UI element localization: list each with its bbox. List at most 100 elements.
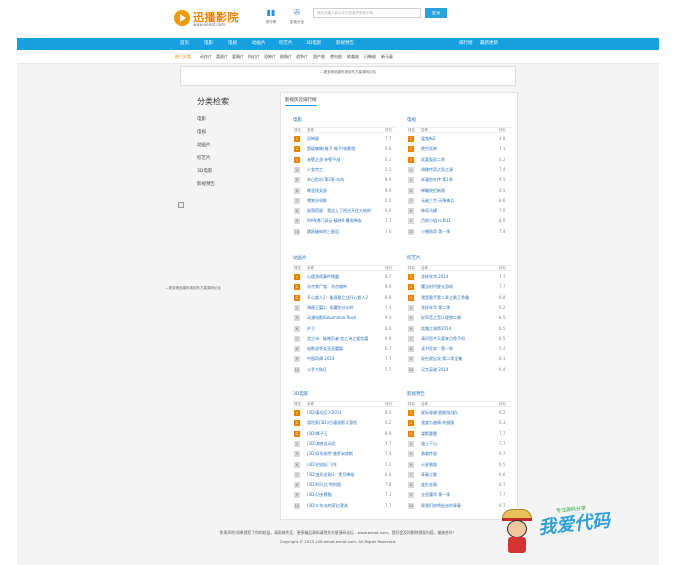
tag-item[interactable]: 欧美剧 — [347, 54, 359, 60]
ranking-row[interactable]: 1 (3D)泰坦巨人2011 8.0 — [293, 408, 398, 418]
title-link[interactable]: 请问您今天要来点兔子吗 — [421, 336, 465, 342]
ranking-row[interactable]: 6 火星救援 6.5 — [407, 460, 512, 470]
nav-item-3d[interactable]: 3D电影 — [306, 38, 321, 50]
title-link[interactable]: 绝世武神 — [421, 146, 437, 152]
title-link[interactable]: 致我们终将逝去的青春 — [421, 503, 461, 509]
ranking-row[interactable]: 5 勇敢传说 6.7 — [407, 449, 512, 459]
ranking-row[interactable]: 5 好声音之音乐理想二期 8.5 — [407, 313, 512, 323]
site-logo[interactable]: 迅播影院 www.eenot.com — [174, 8, 254, 30]
ranking-row[interactable]: 1 星际穿越·超能陆战队 6.2 — [407, 408, 512, 418]
ranking-row[interactable]: 8 电影战争女巫恶魔篇 6.7 — [293, 344, 398, 354]
title-link[interactable]: 跳跃破碎的三星连 — [307, 229, 339, 235]
ranking-row[interactable]: 8 变形金刚 6.7 — [407, 480, 512, 490]
title-link[interactable]: 胡佛传奇之恶之源 — [421, 167, 453, 173]
nav-item-latest[interactable]: 最新更新 — [480, 38, 498, 50]
sidebar-item-trailers[interactable]: 影视预告 — [197, 181, 215, 187]
tag-item[interactable]: 新马泰 — [381, 54, 393, 60]
ranking-row[interactable]: 5 (3D)异形前传·普罗米修斯 7.4 — [293, 449, 398, 459]
title-link[interactable]: 开心超人2：能源星之战开心超人2 — [307, 295, 368, 301]
ranking-row[interactable]: 9 WAN港门风云·精神4·爆发降临 7.7 — [293, 216, 398, 226]
ranking-row[interactable]: 10 跳跃破碎的三星连 7.6 — [293, 227, 398, 237]
catalog-link[interactable]: ✇ 影视大全 — [287, 8, 307, 25]
ranking-row[interactable]: 2 超级蜘蛛(猴子·猴子)电影版 9.6 — [293, 144, 398, 154]
ranking-row[interactable]: 9 全息魔术 第一季 7.7 — [407, 490, 512, 500]
ranking-row[interactable]: 3 欢喜冤家二季 6.2 — [407, 155, 512, 165]
nav-item-movies[interactable]: 电影 — [204, 38, 213, 50]
ranking-row[interactable]: 2 速度与激情·终极版 6.3 — [407, 418, 512, 428]
ranking-row[interactable]: 7 无敌三世·天降神兵 8.6 — [407, 196, 512, 206]
title-link[interactable]: 赤壁之战·赤壁不战 — [307, 157, 340, 163]
ranking-row[interactable]: 9 现在就出发·第二季全集 8.1 — [407, 354, 512, 364]
nav-item-ranking[interactable]: 排行榜 — [459, 38, 473, 50]
title-link[interactable]: 猛鬼街2 — [421, 136, 436, 142]
title-link[interactable]: 心理游戏事件揭露 — [307, 274, 339, 280]
ranking-row[interactable]: 3 谍影重重 7.7 — [407, 429, 512, 439]
nav-item-trailers[interactable]: 影视预告 — [336, 38, 354, 50]
ranking-row[interactable]: 2 东京食尸鬼：东京喰种 8.9 — [293, 282, 398, 292]
title-link[interactable]: 东京食尸鬼：东京喰种 — [307, 284, 347, 290]
title-link[interactable]: 花样年华 2014 — [421, 274, 448, 280]
ranking-row[interactable]: 7 请问您今天要来点兔子吗 8.5 — [407, 334, 512, 344]
tag-item[interactable]: 喜剧片 — [216, 54, 228, 60]
title-link[interactable]: (3D)异形前传·普罗米修斯 — [307, 451, 353, 457]
ranking-row[interactable]: 3 我是歌手第二季之歌王争霸 8.8 — [407, 293, 512, 303]
title-link[interactable]: 谍影重重 — [421, 431, 437, 437]
title-link[interactable]: 中国奇谭 2014 — [307, 356, 334, 362]
title-link[interactable]: 部落宿星：我这上了阳光开往大地的 — [307, 208, 371, 214]
title-link[interactable]: 雪狼谷电影 — [307, 198, 327, 204]
title-link[interactable]: 全息魔术 第一季 — [421, 492, 450, 498]
nav-item-tv[interactable]: 电视 — [228, 38, 237, 50]
title-link[interactable]: 恋之诗：破晓忍者·恋之诗之爱恋篇 — [307, 336, 368, 342]
ranking-row[interactable]: 9 中国奇谭 2014 7.7 — [293, 354, 398, 364]
title-link[interactable]: 速度与激情·终极版 — [421, 420, 454, 426]
ranking-row[interactable]: 10 小猪佩奇 第一季 7.4 — [407, 227, 512, 237]
ranking-row[interactable]: 1 心理游戏事件揭露 8.7 — [293, 272, 398, 282]
tag-item[interactable]: 国产剧 — [313, 54, 325, 60]
ranking-row[interactable]: 2 绝世武神 7.1 — [407, 144, 512, 154]
ranking-row[interactable]: 7 恋之诗：破晓忍者·恋之诗之爱恋篇 6.9 — [293, 334, 398, 344]
tag-item[interactable]: 科幻片 — [248, 54, 260, 60]
ranking-link[interactable]: ▮▮ 排行榜 — [261, 8, 281, 25]
search-input[interactable]: 请在此输入影片中文或者拼音首字母 — [313, 8, 421, 18]
title-link[interactable]: 动漫电影Bakumatsu Rock — [307, 315, 356, 321]
tag-item[interactable]: 港台剧 — [330, 54, 342, 60]
tag-item[interactable]: 恐怖片 — [264, 54, 276, 60]
title-link[interactable]: 我是歌手第二季之歌王争霸 — [421, 295, 469, 301]
ranking-row[interactable]: 3 开心超人2：能源星之战开心超人2 8.6 — [293, 293, 398, 303]
ranking-row[interactable]: 2 魔法时代星光游戏 7.7 — [407, 282, 512, 292]
title-link[interactable]: (3D)狮子王 — [307, 431, 328, 437]
title-link[interactable]: 哪里找女星 — [307, 188, 327, 194]
title-link[interactable]: 电影战争女巫恶魔篇 — [307, 346, 343, 352]
title-link[interactable]: 道士下山 — [421, 441, 437, 447]
title-link[interactable]: (3D)变形金刚3：黑月降临 — [307, 472, 354, 478]
title-link[interactable]: 火星救援 — [421, 462, 437, 468]
title-link[interactable]: 百斯小姐 Is KILL — [421, 218, 451, 224]
title-link[interactable]: 无敌三世·天降神兵 — [421, 198, 454, 204]
title-link[interactable]: 变形金刚 — [421, 482, 437, 488]
title-link[interactable]: 汉字英雄 2014 — [421, 367, 448, 373]
ranking-row[interactable]: 9 百斯小姐 Is KILL 8.9 — [407, 216, 512, 226]
ranking-row[interactable]: 4 胡佛传奇之恶之源 7.4 — [407, 165, 512, 175]
title-link[interactable]: (3D)创战纪 飞车 — [307, 462, 337, 468]
ranking-row[interactable]: 1 恐怖屋 7.7 — [293, 134, 398, 144]
ranking-row[interactable]: 7 雪狼谷电影 6.5 — [293, 196, 398, 206]
tag-item[interactable]: 动作片 — [200, 54, 212, 60]
ranking-row[interactable]: 8 读书狂欢：第一季 5.4 — [407, 344, 512, 354]
ranking-row[interactable]: 6 护卫 8.6 — [293, 324, 398, 334]
title-link[interactable]: 神雕侠侣新版 — [421, 188, 445, 194]
ranking-row[interactable]: 5 末日危机·第2季·岛屿 8.9 — [293, 175, 398, 185]
title-link[interactable]: 神奇马桶 — [421, 208, 437, 214]
title-link[interactable]: 超级蜘蛛(猴子·猴子)电影版 — [307, 146, 355, 152]
ranking-row[interactable]: 4 道士下山 7.7 — [407, 439, 512, 449]
ranking-row[interactable]: 4 少女特工 5.1 — [293, 165, 398, 175]
title-link[interactable]: 少女特工 — [307, 167, 323, 173]
ranking-row[interactable]: 3 (3D)狮子王 8.9 — [293, 429, 398, 439]
ranking-row[interactable]: 2 冒险家(3D)/古墓丽影大冒险 6.2 — [293, 418, 398, 428]
nav-item-home[interactable]: 首页 — [180, 38, 189, 50]
title-link[interactable]: (3D)少年派的奇幻漂流 — [307, 503, 348, 509]
title-link[interactable]: 海贼王篇2：恶魔的分水岭 — [307, 305, 354, 311]
ranking-row[interactable]: 8 神奇马桶 7.0 — [407, 206, 512, 216]
ranking-row[interactable]: 4 海贼王篇2：恶魔的分水岭 7.4 — [293, 303, 398, 313]
title-link[interactable]: 小猪佩奇 第一季 — [421, 229, 450, 235]
sidebar-item-anime[interactable]: 动画片 — [197, 142, 211, 148]
